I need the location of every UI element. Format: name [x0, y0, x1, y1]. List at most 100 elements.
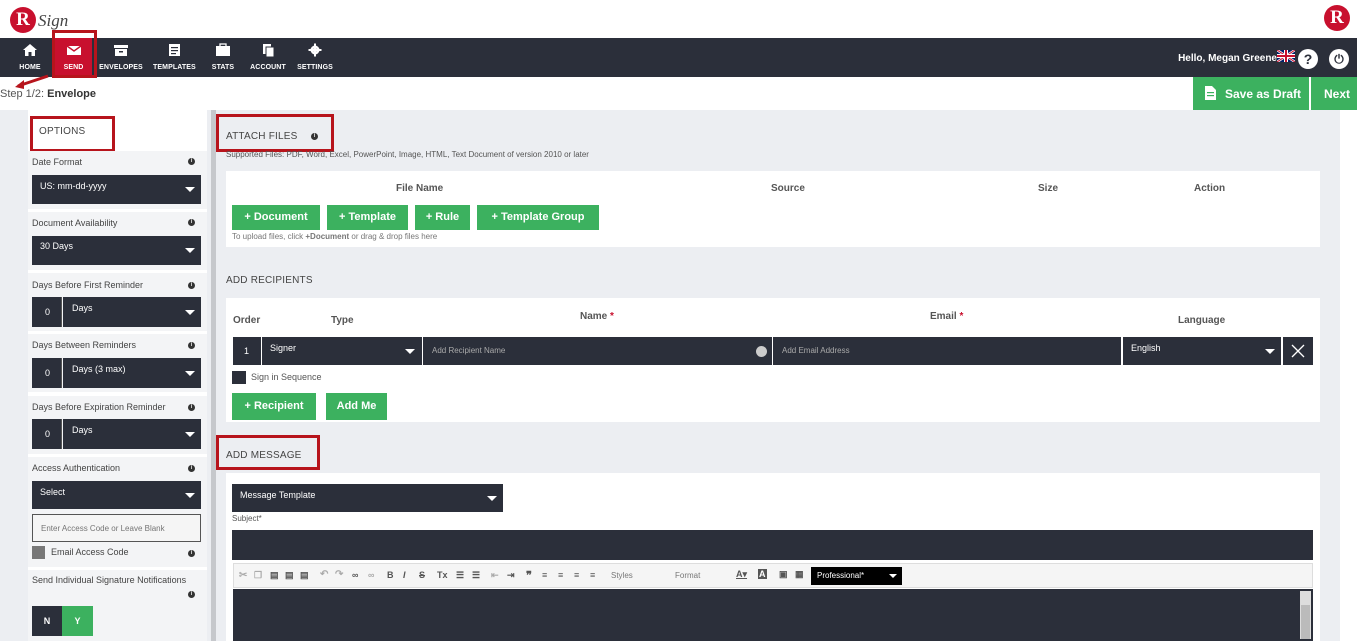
paste-icon[interactable]: ▤ — [270, 570, 279, 581]
editor-scrollbar-thumb[interactable] — [1301, 605, 1310, 639]
page-scrollbar[interactable] — [1340, 110, 1357, 641]
text-color-icon[interactable]: A▾ — [736, 569, 747, 580]
nav-stats[interactable]: STATS — [206, 38, 240, 77]
strikethrough-icon[interactable]: S — [419, 570, 425, 580]
expiration-reminder-number[interactable]: 0 — [32, 419, 62, 449]
undo-icon[interactable]: ↶ — [320, 569, 328, 580]
align-left-icon[interactable]: ≡ — [542, 570, 547, 580]
info-icon[interactable]: i — [188, 404, 195, 411]
first-reminder-label: Days Before First Reminder — [32, 280, 144, 290]
nav-templates[interactable]: TEMPLATES — [153, 38, 196, 77]
format-dropdown[interactable]: Format — [675, 571, 700, 580]
table-icon[interactable]: ▦ — [795, 569, 804, 580]
doc-availability-select[interactable]: 30 Days — [32, 236, 201, 265]
access-auth-select[interactable]: Select — [32, 481, 201, 509]
info-icon[interactable]: i — [188, 342, 195, 349]
attach-files-card: File Name Source Size Action + Document … — [226, 171, 1320, 247]
message-template-select[interactable]: Message Template — [232, 484, 503, 512]
col-type: Type — [331, 315, 354, 326]
col-source: Source — [771, 183, 805, 194]
recipient-language-select[interactable]: English — [1123, 337, 1281, 365]
annotation-arrow — [15, 74, 49, 89]
notify-no-toggle[interactable]: N — [32, 606, 62, 636]
recipient-order[interactable]: 1 — [233, 337, 261, 365]
expiration-reminder-unit-select[interactable]: Days — [63, 419, 201, 449]
access-auth-value: Select — [40, 487, 66, 497]
copy-icon[interactable]: ❐ — [254, 570, 262, 581]
chevron-down-icon — [185, 493, 195, 498]
contact-icon[interactable] — [756, 346, 767, 357]
unlink-icon[interactable]: ∞ — [368, 570, 374, 580]
nav-envelopes[interactable]: ENVELOPES — [99, 38, 143, 77]
notify-yes-toggle[interactable]: Y — [62, 606, 93, 636]
add-template-button[interactable]: + Template — [327, 205, 408, 230]
image-icon[interactable]: ▣ — [779, 569, 788, 580]
help-icon[interactable]: ? — [1298, 49, 1318, 69]
save-draft-button[interactable]: Save as Draft — [1193, 77, 1309, 110]
styles-dropdown[interactable]: Styles — [611, 571, 633, 580]
subject-input[interactable] — [232, 530, 1313, 560]
power-icon[interactable]: ⏻ — [1329, 49, 1349, 69]
numbered-list-icon[interactable]: ☰ — [456, 570, 464, 581]
blockquote-icon[interactable]: ❞ — [526, 569, 532, 582]
chevron-down-icon — [185, 187, 195, 192]
home-icon — [23, 44, 37, 56]
bg-color-icon[interactable]: A — [758, 569, 767, 579]
paste-text-icon[interactable]: ▤ — [285, 570, 294, 581]
sign-in-sequence-checkbox[interactable] — [232, 371, 246, 384]
bullet-list-icon[interactable]: ☰ — [472, 570, 480, 581]
uk-flag-icon[interactable] — [1277, 50, 1295, 62]
paste-word-icon[interactable]: ▤ — [300, 570, 309, 581]
between-reminders-unit-select[interactable]: Days (3 max) — [63, 358, 201, 388]
first-reminder-number[interactable]: 0 — [32, 297, 62, 327]
remove-recipient-button[interactable] — [1283, 337, 1313, 365]
font-select[interactable]: Professional* — [811, 567, 902, 585]
outdent-icon[interactable]: ⇤ — [491, 570, 499, 581]
first-reminder-unit-select[interactable]: Days — [63, 297, 201, 327]
recipient-name-input[interactable]: Add Recipient Name — [423, 337, 772, 365]
link-icon[interactable]: ∞ — [352, 570, 358, 580]
recipient-name-placeholder: Add Recipient Name — [432, 346, 506, 355]
info-icon[interactable]: i — [188, 465, 195, 472]
close-icon — [1291, 344, 1305, 358]
expiration-reminder-unit-value: Days — [72, 425, 93, 435]
email-access-code-checkbox[interactable] — [32, 546, 45, 559]
recipient-email-placeholder: Add Email Address — [782, 346, 850, 355]
recipient-type-select[interactable]: Signer — [262, 337, 422, 365]
between-reminders-number[interactable]: 0 — [32, 358, 62, 388]
add-me-button[interactable]: Add Me — [326, 393, 387, 420]
nav-home-label: HOME — [19, 64, 41, 71]
editor-scrollbar[interactable] — [1300, 591, 1311, 639]
add-template-group-button[interactable]: + Template Group — [477, 205, 599, 230]
indent-icon[interactable]: ⇥ — [507, 570, 515, 581]
nav-account[interactable]: ACCOUNT — [248, 38, 288, 77]
top-header: R Sign R — [0, 0, 1357, 38]
info-icon[interactable]: i — [188, 591, 195, 598]
add-rule-button[interactable]: + Rule — [415, 205, 470, 230]
add-recipient-button[interactable]: + Recipient — [232, 393, 316, 420]
message-body-editor[interactable] — [233, 589, 1313, 641]
info-icon[interactable]: i — [188, 158, 195, 165]
add-document-button[interactable]: + Document — [232, 205, 320, 230]
nav-home[interactable]: HOME — [12, 38, 48, 77]
align-center-icon[interactable]: ≡ — [558, 570, 563, 580]
date-format-select[interactable]: US: mm-dd-yyyy — [32, 175, 201, 204]
recipient-email-input[interactable]: Add Email Address — [773, 337, 1121, 365]
remove-format-icon[interactable]: Tx — [437, 570, 448, 580]
chevron-down-icon — [405, 349, 415, 354]
cut-icon[interactable]: ✂ — [239, 570, 247, 581]
italic-icon[interactable]: I — [403, 570, 406, 580]
redo-icon[interactable]: ↷ — [335, 569, 343, 580]
highlight-add-message — [216, 435, 320, 470]
next-button[interactable]: Next — [1311, 77, 1357, 110]
info-icon[interactable]: i — [188, 219, 195, 226]
align-justify-icon[interactable]: ≡ — [590, 570, 595, 580]
info-icon[interactable]: i — [188, 282, 195, 289]
bold-icon[interactable]: B — [387, 570, 394, 580]
nav-settings[interactable]: SETTINGS — [296, 38, 334, 77]
first-reminder-num-value: 0 — [45, 307, 51, 317]
align-right-icon[interactable]: ≡ — [574, 570, 579, 580]
required-mark: * — [610, 311, 614, 322]
info-icon[interactable]: i — [188, 550, 195, 557]
access-code-input[interactable] — [32, 514, 201, 542]
